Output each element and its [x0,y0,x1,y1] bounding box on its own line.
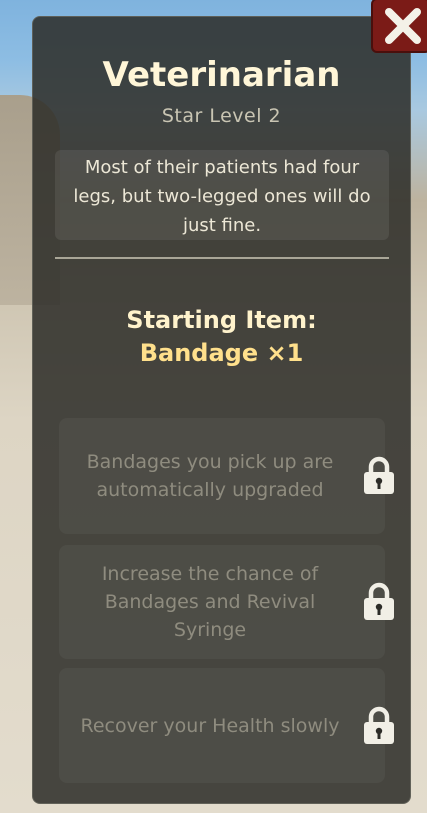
perk-1[interactable]: Bandages you pick up are automatically u… [59,418,394,534]
perk-2[interactable]: Increase the chance of Bandages and Revi… [59,545,394,659]
lock-icon [364,582,394,620]
lock-icon [364,706,394,744]
perk-text: Bandages you pick up are automatically u… [86,451,334,501]
perk-text: Increase the chance of Bandages and Revi… [101,563,319,641]
close-icon [385,8,421,44]
lock-icon [364,456,394,494]
character-description: Most of their patients had four legs, bu… [55,150,389,240]
star-level: Star Level 2 [161,105,282,127]
divider [55,257,389,259]
starting-item-value: Bandage ×1 [139,339,304,367]
perk-text: Recover your Health slowly [80,714,340,737]
starting-item-label: Starting Item: [126,306,317,334]
close-button[interactable] [371,0,427,53]
character-panel: Veterinarian Star Level 2 Most of their … [32,16,411,804]
perk-3[interactable]: Recover your Health slowly [59,668,394,783]
character-title: Veterinarian [102,55,341,95]
